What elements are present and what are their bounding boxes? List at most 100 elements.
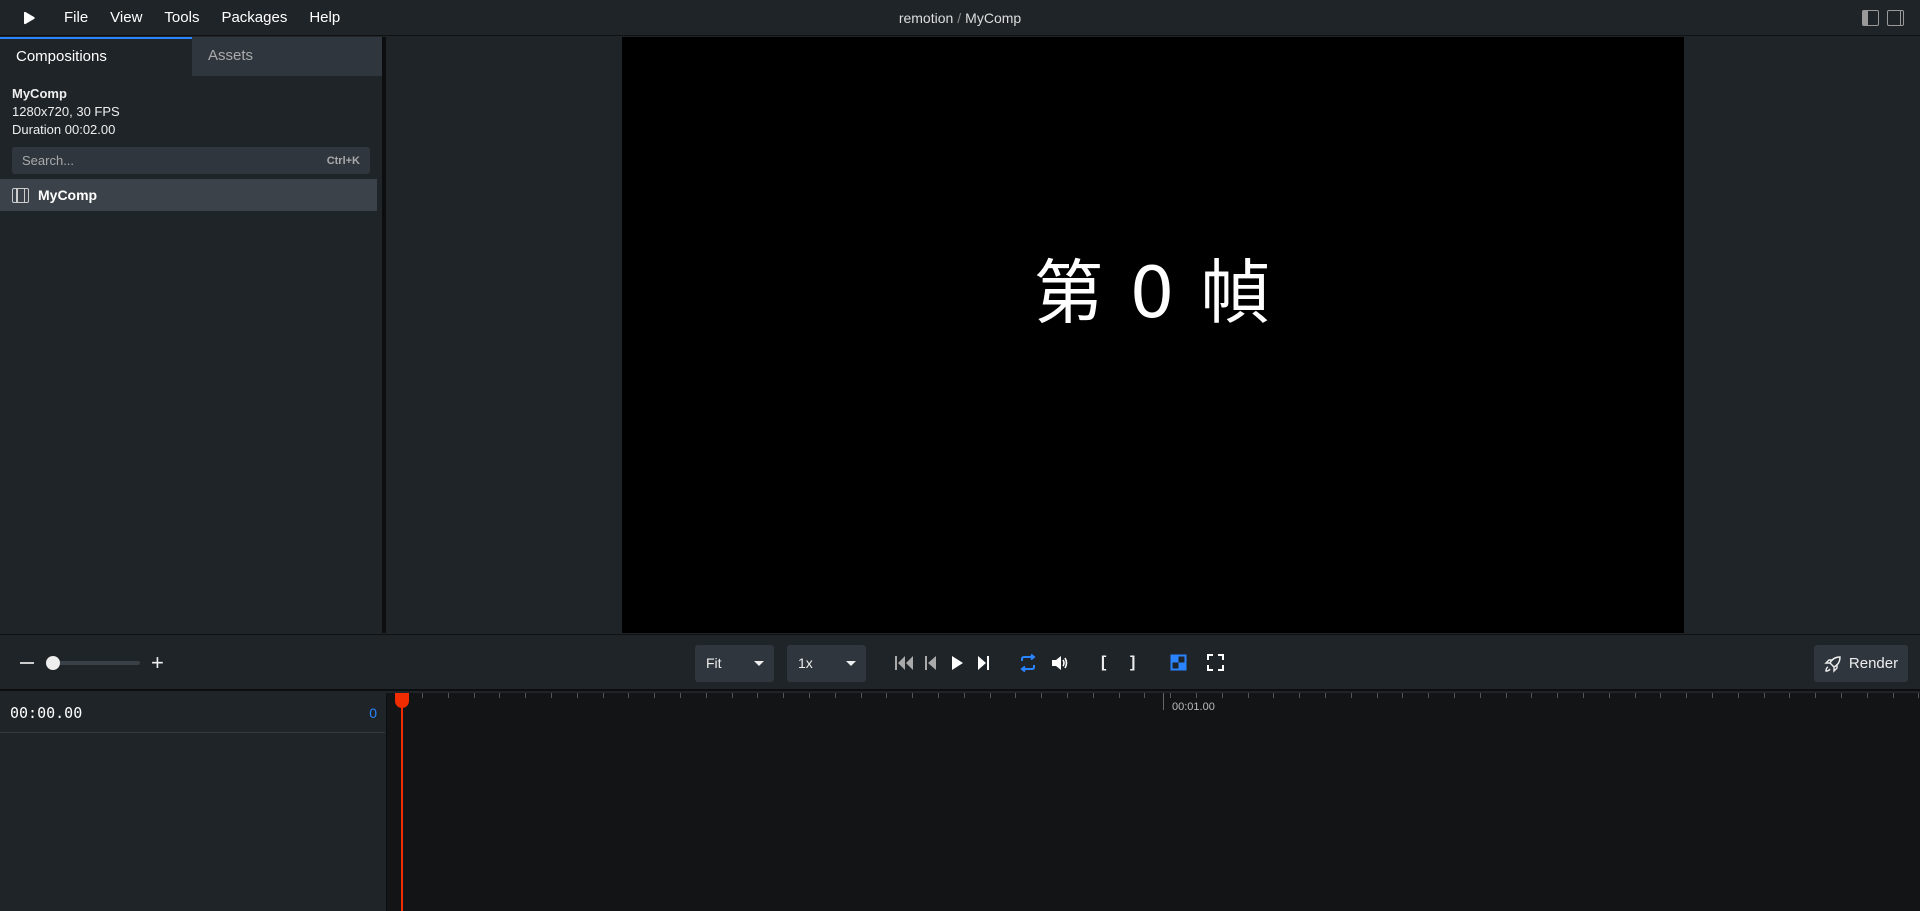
ruler-tick	[1635, 693, 1636, 698]
ruler-tick	[1609, 693, 1610, 698]
ruler-tick	[964, 693, 965, 698]
ruler-tick	[1402, 693, 1403, 698]
tab-assets[interactable]: Assets	[192, 37, 382, 76]
ruler-tick	[861, 693, 862, 698]
fullscreen-icon[interactable]	[1207, 654, 1224, 671]
ruler-tick	[1119, 693, 1120, 698]
ruler-tick	[525, 693, 526, 698]
ruler-tick	[809, 693, 810, 698]
ruler-tick	[1789, 693, 1790, 698]
search-placeholder: Search...	[22, 153, 75, 168]
ruler-tick	[1557, 693, 1558, 698]
ruler-tick	[1583, 693, 1584, 698]
timeline-ruler[interactable]	[387, 693, 1920, 705]
ruler-tick	[1067, 693, 1068, 698]
ruler-tick	[1299, 693, 1300, 698]
sidebar-tabs: Compositions Assets	[0, 37, 382, 76]
ruler-tick	[1918, 693, 1919, 698]
comp-info-name: MyComp	[12, 86, 67, 101]
ruler-tick	[1170, 693, 1171, 698]
timeline-track-area[interactable]: 00:01.00	[386, 693, 1920, 911]
ruler-tick	[783, 693, 784, 698]
ruler-tick	[1248, 693, 1249, 698]
play-icon[interactable]	[951, 655, 964, 671]
ruler-tick	[990, 693, 991, 698]
video-preview[interactable]: 第 0 幀	[622, 37, 1684, 633]
ruler-tick	[448, 693, 449, 698]
toggle-left-panel-icon[interactable]	[1862, 10, 1879, 26]
playback-controls: + Fit 1x [ ] Render	[0, 634, 1920, 691]
ruler-tick	[1041, 693, 1042, 698]
layout-toggles	[1862, 10, 1904, 26]
step-back-icon[interactable]	[925, 655, 937, 671]
zoom-out-icon[interactable]	[20, 662, 34, 664]
ruler-tick	[1893, 693, 1894, 698]
zoom-slider[interactable]	[46, 656, 140, 670]
playhead-handle[interactable]	[395, 693, 409, 708]
ruler-tick	[1428, 693, 1429, 698]
preview-area: 第 0 幀	[386, 37, 1920, 633]
menu-file[interactable]: File	[53, 0, 99, 36]
jump-to-start-icon[interactable]	[895, 655, 915, 671]
composition-list-item-label: MyComp	[38, 187, 98, 203]
ruler-tick	[551, 693, 552, 698]
ruler-tick	[1454, 693, 1455, 698]
ruler-tick	[1867, 693, 1868, 698]
checkerboard-icon[interactable]	[1170, 654, 1187, 671]
loop-icon[interactable]	[1018, 654, 1038, 672]
out-point-icon[interactable]: ]	[1130, 654, 1135, 672]
step-forward-icon[interactable]	[977, 655, 989, 671]
search-shortcut-hint: Ctrl+K	[326, 154, 360, 167]
ruler-tick	[1377, 693, 1378, 698]
tab-compositions[interactable]: Compositions	[0, 37, 192, 76]
toggle-right-panel-icon[interactable]	[1887, 10, 1904, 26]
comp-info-duration: Duration 00:02.00	[12, 122, 116, 137]
ruler-tick	[1712, 693, 1713, 698]
ruler-tick	[1196, 693, 1197, 698]
current-timecode: 00:00.00	[10, 703, 83, 722]
timeline-zoom: +	[20, 652, 164, 674]
ruler-tick	[1841, 693, 1842, 698]
chevron-down-icon	[754, 661, 764, 666]
menu-packages[interactable]: Packages	[210, 0, 298, 36]
ruler-tick	[912, 693, 913, 698]
menu-view[interactable]: View	[99, 0, 153, 36]
volume-icon[interactable]	[1051, 654, 1069, 672]
rocket-icon	[1824, 655, 1841, 673]
current-frame: 0	[369, 704, 377, 721]
ruler-tick	[1325, 693, 1326, 698]
ruler-tick	[1351, 693, 1352, 698]
ruler-tick	[1738, 693, 1739, 698]
ruler-tick	[1144, 693, 1145, 698]
ruler-tick	[603, 693, 604, 698]
ruler-tick	[706, 693, 707, 698]
ruler-tick	[474, 693, 475, 698]
ruler-tick	[938, 693, 939, 698]
ruler-tick	[1093, 693, 1094, 698]
ruler-tick	[1480, 693, 1481, 698]
film-icon	[12, 187, 29, 203]
menu-bar: File View Tools Packages Help	[0, 0, 1920, 36]
ruler-tick	[1764, 693, 1765, 698]
ruler-tick	[1815, 693, 1816, 698]
zoom-slider-knob[interactable]	[46, 656, 60, 670]
zoom-in-icon[interactable]: +	[151, 652, 164, 674]
ruler-tick	[1015, 693, 1016, 698]
playhead[interactable]	[401, 693, 403, 911]
ruler-tick	[654, 693, 655, 698]
render-button[interactable]: Render	[1814, 645, 1908, 682]
size-select[interactable]: Fit	[695, 645, 774, 682]
comp-info-dimensions: 1280x720, 30 FPS	[12, 104, 120, 119]
remotion-logo-icon[interactable]	[17, 11, 41, 25]
menu-help[interactable]: Help	[298, 0, 351, 36]
ruler-tick	[422, 693, 423, 698]
ruler-tick	[835, 693, 836, 698]
ruler-tick	[680, 693, 681, 698]
ruler-tick	[886, 693, 887, 698]
composition-list-item[interactable]: MyComp	[0, 179, 377, 211]
search-input[interactable]: Search... Ctrl+K	[12, 147, 370, 174]
size-select-value: Fit	[706, 655, 722, 671]
in-point-icon[interactable]: [	[1101, 654, 1106, 672]
menu-tools[interactable]: Tools	[153, 0, 210, 36]
playback-rate-select[interactable]: 1x	[787, 645, 866, 682]
